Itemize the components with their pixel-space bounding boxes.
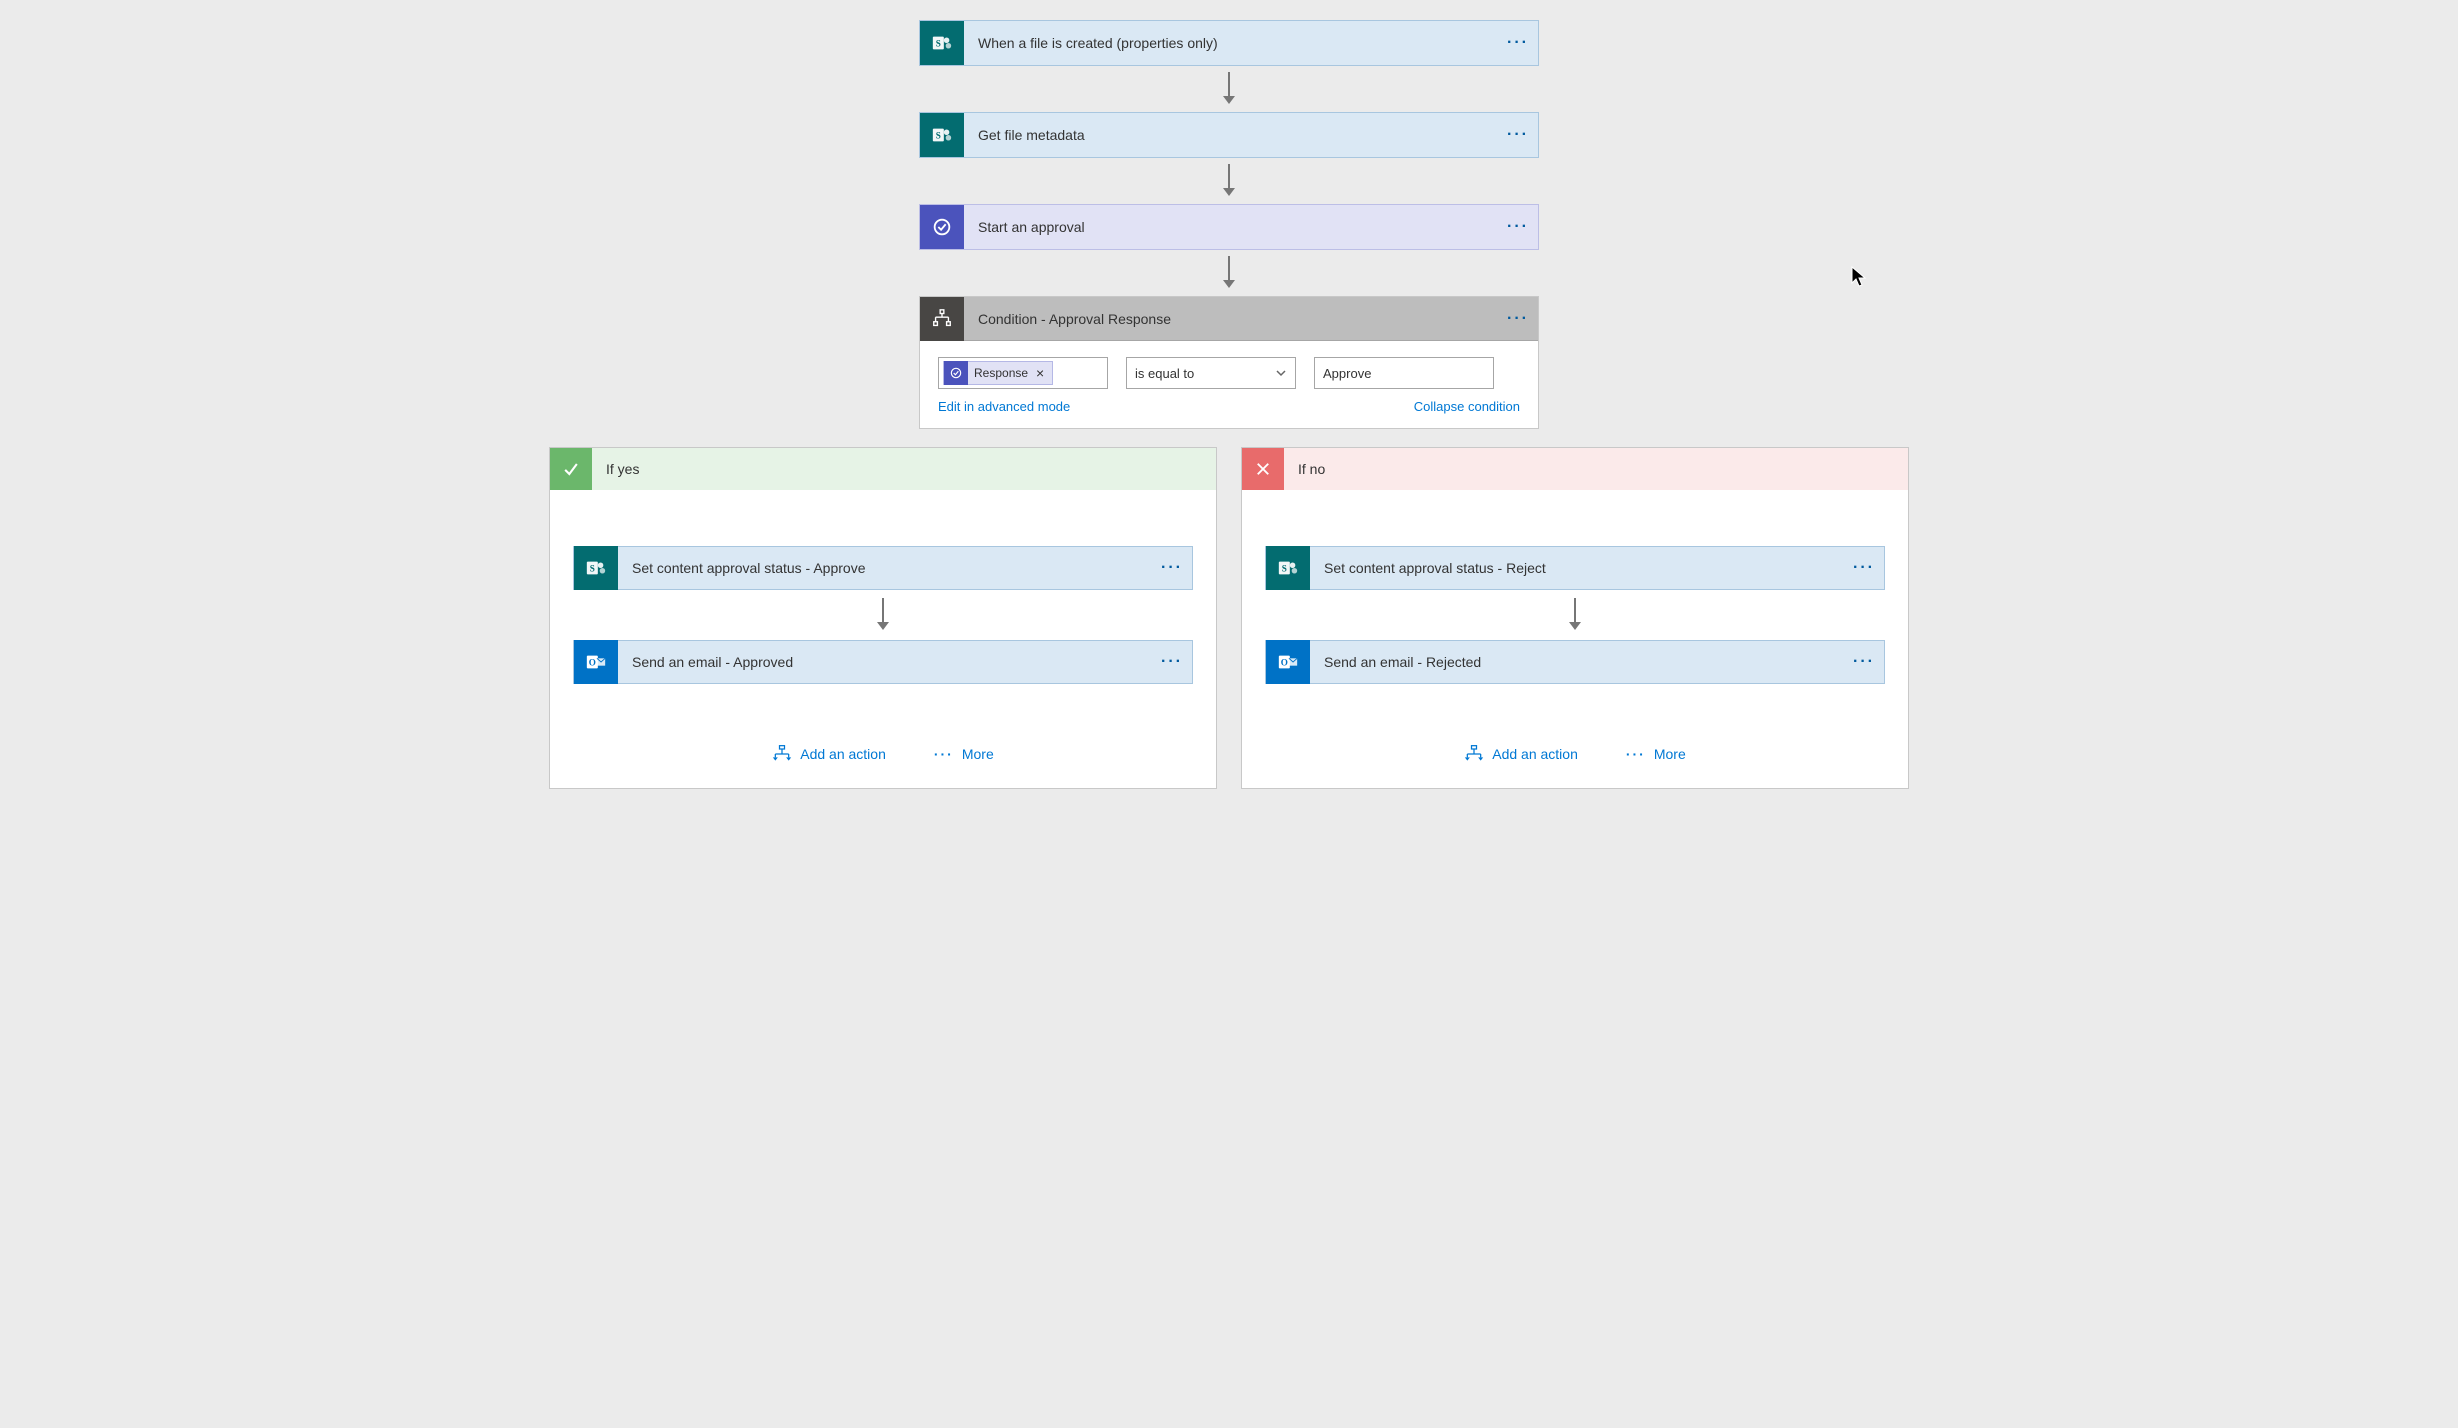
add-action-label: Add an action: [800, 746, 886, 762]
action-send-email-approved[interactable]: O Send an email - Approved ···: [573, 640, 1193, 684]
action-title: Send an email - Approved: [618, 654, 1152, 670]
condition-card[interactable]: Condition - Approval Response ··· Respon…: [919, 296, 1539, 429]
condition-branches: If yes S Set content approval status - A…: [549, 447, 1909, 789]
action-title: Set content approval status - Approve: [618, 560, 1152, 576]
branch-title: If no: [1284, 461, 1339, 477]
step-title: Get file metadata: [964, 127, 1498, 143]
outlook-icon: O: [574, 640, 618, 684]
add-action-icon: [1464, 744, 1484, 764]
more-button[interactable]: ··· More: [1626, 746, 1686, 762]
step-title: Condition - Approval Response: [964, 311, 1498, 327]
connector-arrow: [509, 72, 1949, 106]
more-icon[interactable]: ···: [1152, 653, 1192, 671]
condition-operator-select[interactable]: is equal to: [1126, 357, 1296, 389]
dynamic-content-chip[interactable]: Response ×: [943, 361, 1053, 385]
approval-icon: [920, 205, 964, 249]
action-send-email-rejected[interactable]: O Send an email - Rejected ···: [1265, 640, 1885, 684]
branch-title: If yes: [592, 461, 653, 477]
svg-text:S: S: [936, 39, 941, 49]
chip-remove-icon[interactable]: ×: [1036, 365, 1044, 381]
connector-arrow: [509, 256, 1949, 290]
add-action-label: Add an action: [1492, 746, 1578, 762]
trigger-card[interactable]: S When a file is created (properties onl…: [919, 20, 1539, 66]
connector-arrow: [509, 164, 1949, 198]
condition-body: Response × is equal to Approve Edit in a…: [920, 341, 1538, 428]
chevron-down-icon: [1275, 367, 1287, 379]
step-title: When a file is created (properties only): [964, 35, 1498, 51]
sharepoint-icon: S: [1266, 546, 1310, 590]
svg-text:S: S: [936, 131, 941, 141]
svg-text:S: S: [590, 564, 595, 574]
more-icon[interactable]: ···: [1844, 653, 1884, 671]
edit-advanced-link[interactable]: Edit in advanced mode: [938, 399, 1070, 414]
sharepoint-icon: S: [920, 21, 964, 65]
more-button[interactable]: ··· More: [934, 746, 994, 762]
condition-icon: [920, 297, 964, 341]
operator-value: is equal to: [1135, 366, 1194, 381]
add-action-button[interactable]: Add an action: [1464, 744, 1578, 764]
condition-left-operand[interactable]: Response ×: [938, 357, 1108, 389]
more-dots-icon: ···: [934, 746, 954, 762]
svg-text:O: O: [1281, 658, 1288, 668]
more-label: More: [1654, 746, 1686, 762]
svg-text:S: S: [1282, 564, 1287, 574]
approval-icon: [944, 361, 968, 385]
more-icon[interactable]: ···: [1498, 34, 1538, 52]
more-icon[interactable]: ···: [1844, 559, 1884, 577]
branch-yes-header: If yes: [550, 448, 1216, 490]
condition-value-input[interactable]: Approve: [1314, 357, 1494, 389]
add-action-button[interactable]: Add an action: [772, 744, 886, 764]
outlook-icon: O: [1266, 640, 1310, 684]
svg-text:O: O: [589, 658, 596, 668]
more-icon[interactable]: ···: [1498, 310, 1538, 328]
collapse-condition-link[interactable]: Collapse condition: [1414, 399, 1520, 414]
sharepoint-icon: S: [574, 546, 618, 590]
more-icon[interactable]: ···: [1152, 559, 1192, 577]
close-icon: [1242, 448, 1284, 490]
more-label: More: [962, 746, 994, 762]
sharepoint-icon: S: [920, 113, 964, 157]
action-set-approval-reject[interactable]: S Set content approval status - Reject ·…: [1265, 546, 1885, 590]
connector-arrow: [1256, 598, 1894, 632]
action-get-file-metadata[interactable]: S Get file metadata ···: [919, 112, 1539, 158]
action-title: Send an email - Rejected: [1310, 654, 1844, 670]
connector-arrow: [564, 598, 1202, 632]
action-set-approval-approve[interactable]: S Set content approval status - Approve …: [573, 546, 1193, 590]
more-dots-icon: ···: [1626, 746, 1646, 762]
chip-label: Response: [974, 366, 1028, 380]
action-start-approval[interactable]: Start an approval ···: [919, 204, 1539, 250]
branch-no-header: If no: [1242, 448, 1908, 490]
add-action-icon: [772, 744, 792, 764]
action-title: Set content approval status - Reject: [1310, 560, 1844, 576]
branch-yes: If yes S Set content approval status - A…: [549, 447, 1217, 789]
more-icon[interactable]: ···: [1498, 218, 1538, 236]
step-title: Start an approval: [964, 219, 1498, 235]
condition-value: Approve: [1323, 366, 1371, 381]
branch-no: If no S Set content approval status - Re…: [1241, 447, 1909, 789]
flow-canvas: S When a file is created (properties onl…: [509, 20, 1949, 789]
check-icon: [550, 448, 592, 490]
more-icon[interactable]: ···: [1498, 126, 1538, 144]
